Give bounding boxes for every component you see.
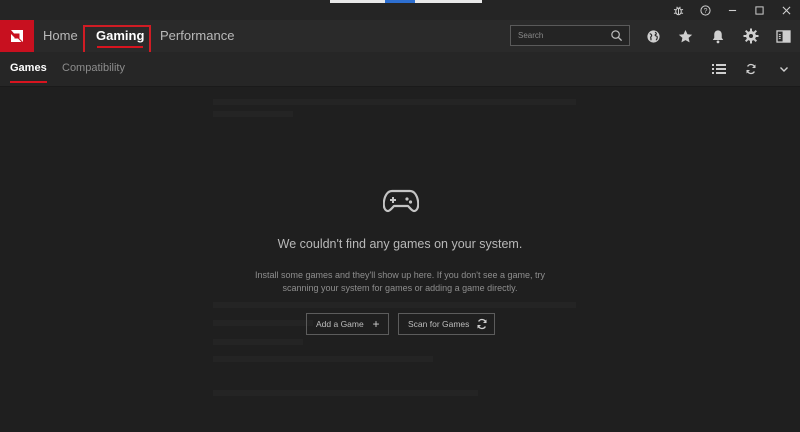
tab-active-underline [10,81,47,83]
search-icon[interactable] [610,29,623,42]
plus-icon: + [372,317,380,331]
svg-text:?: ? [704,7,708,14]
list-view-icon[interactable] [711,61,727,77]
background-ghost-line [213,111,293,117]
search-input[interactable] [511,26,614,45]
minimize-icon[interactable] [719,0,746,20]
gamepad-icon [383,189,419,213]
maximize-icon[interactable] [746,0,773,20]
close-icon[interactable] [773,0,800,20]
background-ghost-line [213,356,433,362]
window-controls: ? [665,0,800,20]
nav-gaming[interactable]: Gaming [96,20,144,52]
nav-home[interactable]: Home [43,20,78,52]
help-icon[interactable]: ? [692,0,719,20]
nav-active-underline [97,46,144,48]
amd-logo-icon[interactable] [0,20,34,52]
window-titlebar: ? [0,0,800,20]
bell-icon[interactable] [708,26,728,46]
background-ghost-line [213,302,576,308]
star-icon[interactable] [675,26,695,46]
title-overlay-strip [330,0,482,3]
tab-games-label: Games [10,62,47,74]
scan-for-games-label: Scan for Games [408,319,470,329]
bug-icon[interactable] [665,0,692,20]
nav-performance[interactable]: Performance [160,20,234,52]
sub-navbar: Games Compatibility [0,52,800,87]
globe-icon[interactable] [643,26,663,46]
refresh-icon[interactable] [743,61,759,77]
add-game-label: Add a Game [316,319,364,329]
tab-games[interactable]: Games [10,52,47,86]
background-ghost-line [213,339,303,345]
empty-state-title: We couldn't find any games on your syste… [277,237,523,251]
title-overlay-accent [385,0,415,3]
add-game-button[interactable]: Add a Game + [306,313,389,335]
refresh-icon [477,318,487,330]
empty-state-description: Install some games and they'll show up h… [254,270,546,293]
sidebar-toggle-icon[interactable] [773,26,793,46]
background-ghost-line [213,320,313,326]
tab-compatibility[interactable]: Compatibility [62,52,125,86]
scan-for-games-button[interactable]: Scan for Games [398,313,495,335]
games-content: We couldn't find any games on your syste… [0,87,800,432]
background-ghost-line [213,390,478,396]
chevron-down-icon[interactable] [776,61,792,77]
nav-gaming-label: Gaming [96,28,145,43]
gear-icon[interactable] [741,26,761,46]
background-ghost-line [213,99,576,105]
search-box [510,25,630,46]
main-navbar: Home Gaming Performance [0,20,800,85]
